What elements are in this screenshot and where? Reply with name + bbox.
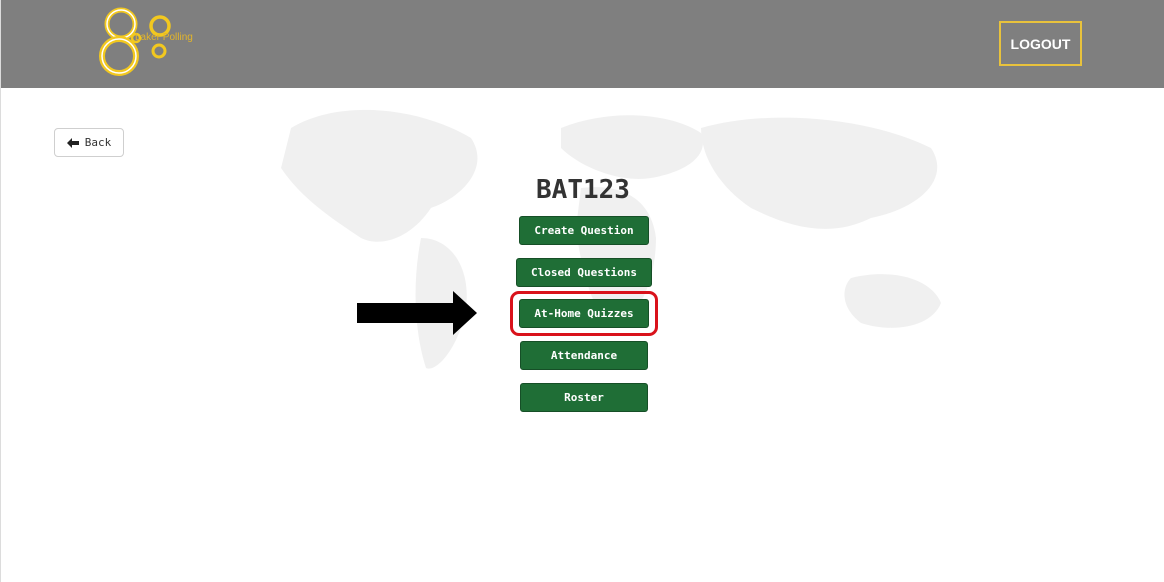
page: Laker Polling LOGOUT Back BAT123 Create … xyxy=(0,0,1164,582)
pointer-arrow-icon xyxy=(357,291,477,335)
attendance-button[interactable]: Attendance xyxy=(520,341,648,370)
at-home-quizzes-button[interactable]: At-Home Quizzes xyxy=(519,299,649,328)
back-label: Back xyxy=(84,136,112,149)
course-title: BAT123 xyxy=(536,175,630,205)
logo-icon xyxy=(99,7,171,76)
closed-questions-button[interactable]: Closed Questions xyxy=(516,258,652,287)
back-button[interactable]: Back xyxy=(54,128,124,157)
create-question-button[interactable]: Create Question xyxy=(519,216,649,245)
logout-button[interactable]: LOGOUT xyxy=(999,21,1082,66)
brand-name: Laker Polling xyxy=(135,32,193,43)
roster-button[interactable]: Roster xyxy=(520,383,648,412)
laker-polling-logo[interactable]: Laker Polling xyxy=(97,6,207,80)
header-bar: Laker Polling LOGOUT xyxy=(1,0,1164,88)
arrow-left-icon xyxy=(66,137,79,148)
